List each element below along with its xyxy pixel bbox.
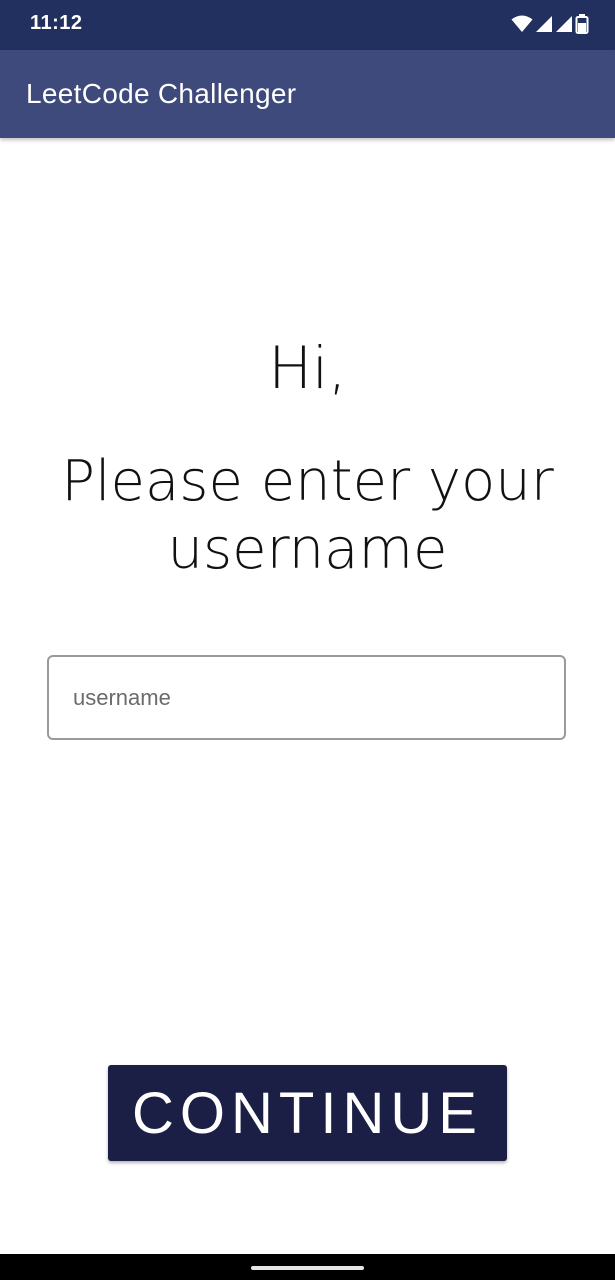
username-input[interactable] [49,657,564,738]
wifi-icon [511,15,533,33]
app-title: LeetCode Challenger [26,78,297,109]
prompt-text: Please enter your username [61,449,554,582]
greeting-text: Hi, [268,334,347,402]
signal-icon [535,15,553,33]
status-icons [511,13,589,35]
battery-icon [575,14,589,34]
login-screen: 11:12 LeetCode Challenger Hi, Please ent… [0,0,615,1280]
app-bar: LeetCode Challenger [0,50,615,138]
username-field[interactable] [47,655,566,740]
status-bar: 11:12 [0,0,615,50]
home-gesture-handle[interactable] [251,1266,364,1270]
continue-button[interactable]: CONTINUE [108,1065,507,1161]
status-time: 11:12 [30,12,83,34]
signal-icon [555,15,573,33]
navigation-bar [0,1254,615,1280]
